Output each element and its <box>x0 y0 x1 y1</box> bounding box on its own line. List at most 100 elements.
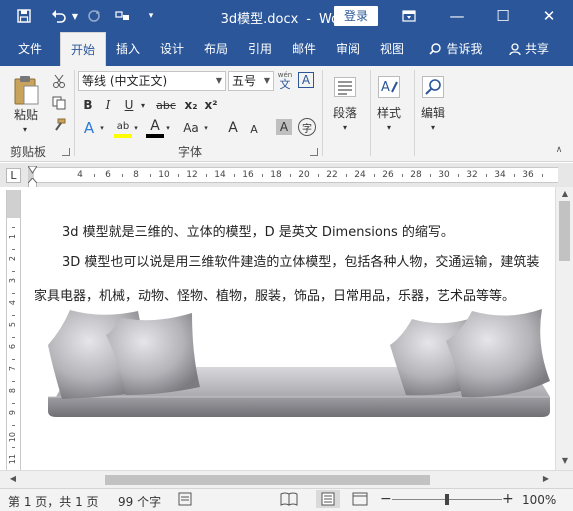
highlight-color-button[interactable]: ab <box>114 118 132 138</box>
underline-dropdown-icon[interactable]: ▾ <box>138 96 148 114</box>
paste-icon[interactable] <box>10 72 42 108</box>
3d-cushion-bench-image[interactable] <box>42 305 555 425</box>
styles-icon[interactable]: A <box>374 72 404 102</box>
editing-dropdown-icon[interactable]: ▾ <box>428 122 438 132</box>
superscript-button[interactable]: x² <box>202 96 220 114</box>
redo-icon[interactable] <box>84 6 104 26</box>
horizontal-scroll-thumb[interactable] <box>105 475 430 485</box>
zoom-in-button[interactable]: + <box>502 491 514 507</box>
font-size-dropdown-icon[interactable]: ▼ <box>264 72 270 90</box>
hanging-indent-marker[interactable] <box>27 177 38 189</box>
bold-button[interactable]: B <box>80 96 96 114</box>
copy-icon[interactable] <box>50 94 68 112</box>
save-icon[interactable] <box>14 6 34 26</box>
paste-button-label[interactable]: 粘贴 <box>8 106 44 122</box>
styles-dropdown-icon[interactable]: ▾ <box>384 122 394 132</box>
vertical-scroll-thumb[interactable] <box>559 201 570 261</box>
customize-qat-icon[interactable]: ▾ <box>144 6 158 26</box>
tab-selector[interactable]: L <box>6 168 21 183</box>
enclose-characters-button[interactable]: 字 <box>298 118 316 136</box>
paragraph-dropdown-icon[interactable]: ▾ <box>340 122 350 132</box>
page-count[interactable]: 第 1 页，共 1 页 <box>8 493 99 510</box>
ruler-tick-mark <box>458 174 459 177</box>
shrink-font-button[interactable]: A <box>246 120 262 138</box>
font-dialog-launcher-icon[interactable] <box>310 148 318 156</box>
tab-file[interactable]: 文件 <box>8 32 52 66</box>
change-case-dropdown-icon[interactable]: ▾ <box>202 122 210 134</box>
share-button[interactable]: 共享 <box>500 32 558 66</box>
paragraph-2[interactable]: 3D 模型也可以说是用三维软件建造的立体模型，包括各种人物，交通运输，建筑装 <box>62 251 539 270</box>
vertical-ruler[interactable]: 1 2 3 4 5 6 7 8 9 10 11 <box>6 190 21 470</box>
scroll-up-icon[interactable]: ▲ <box>558 187 572 201</box>
undo-dropdown-icon[interactable]: ▼ <box>70 6 80 26</box>
ribbon-display-options-icon[interactable] <box>398 6 420 26</box>
minimize-button[interactable]: — <box>438 0 476 32</box>
horizontal-ruler[interactable]: 4 6 8 10 12 14 16 18 20 22 24 26 28 30 32 34 36 <box>28 167 558 183</box>
collapse-ribbon-icon[interactable]: ∧ <box>552 144 566 156</box>
phonetic-guide-button[interactable]: wén 文 <box>276 70 294 92</box>
zoom-slider-thumb[interactable] <box>445 494 449 505</box>
tab-references[interactable]: 引用 <box>240 32 280 66</box>
find-icon[interactable] <box>418 72 448 102</box>
tab-design[interactable]: 设计 <box>152 32 192 66</box>
subscript-button[interactable]: x₂ <box>182 96 200 114</box>
vertical-ruler-tick-label: 6 <box>8 344 17 350</box>
tab-view[interactable]: 视图 <box>372 32 412 66</box>
undo-icon[interactable] <box>48 6 70 26</box>
font-name-combo[interactable]: 等线 (中文正文) ▼ <box>78 71 226 91</box>
underline-button[interactable]: U <box>122 96 136 114</box>
vertical-ruler-tick-label: 10 <box>8 432 17 443</box>
character-shading-button[interactable]: A <box>276 119 292 135</box>
text-effects-button[interactable]: A <box>80 118 98 138</box>
change-case-button[interactable]: Aa <box>180 118 202 138</box>
paragraph-3[interactable]: 家具电器，机械，动物、怪物、植物，服装，饰品，日常用品，乐器，艺术品等等。 <box>34 285 515 304</box>
paragraph-label[interactable]: 段落 <box>326 104 364 120</box>
styles-label[interactable]: 样式 <box>370 104 408 120</box>
text-effects-dropdown-icon[interactable]: ▾ <box>98 122 106 134</box>
font-color-dropdown-icon[interactable]: ▾ <box>164 122 172 134</box>
horizontal-scrollbar[interactable]: ◀ ▶ <box>0 470 573 488</box>
zoom-level[interactable]: 100% <box>522 493 556 507</box>
clipboard-dialog-launcher-icon[interactable] <box>62 148 70 156</box>
svg-text:A: A <box>381 80 390 95</box>
paste-dropdown-icon[interactable]: ▾ <box>20 124 30 134</box>
web-layout-icon[interactable] <box>352 492 368 509</box>
tab-home[interactable]: 开始 <box>60 32 106 66</box>
zoom-slider[interactable] <box>392 494 502 505</box>
font-color-button[interactable]: A <box>146 118 164 138</box>
ruler-tick-mark <box>290 174 291 177</box>
print-layout-icon[interactable] <box>316 490 340 508</box>
font-name-dropdown-icon[interactable]: ▼ <box>216 72 222 90</box>
scroll-right-icon[interactable]: ▶ <box>539 472 553 486</box>
word-count[interactable]: 99 个字 <box>118 493 161 510</box>
tab-mailings[interactable]: 邮件 <box>284 32 324 66</box>
scroll-down-icon[interactable]: ▼ <box>558 454 572 468</box>
read-mode-icon[interactable] <box>280 492 298 509</box>
strikethrough-button[interactable]: abc <box>154 96 178 114</box>
highlight-dropdown-icon[interactable]: ▾ <box>132 122 140 134</box>
close-button[interactable]: ✕ <box>530 0 568 32</box>
format-painter-icon[interactable] <box>50 116 68 134</box>
login-button[interactable]: 登录 <box>334 6 378 26</box>
maximize-button[interactable]: ☐ <box>484 0 522 32</box>
grow-font-button[interactable]: A <box>224 118 242 138</box>
touch-mode-icon[interactable] <box>112 6 134 26</box>
document-page[interactable]: 3d 模型就是三维的、立体的模型，D 是英文 Dimensions 的缩写。 3… <box>22 187 555 470</box>
italic-button[interactable]: I <box>100 96 116 114</box>
tab-insert[interactable]: 插入 <box>108 32 148 66</box>
tell-me-search[interactable]: 告诉我 <box>420 32 492 66</box>
editing-label[interactable]: 编辑 <box>414 104 452 120</box>
paragraph-1[interactable]: 3d 模型就是三维的、立体的模型，D 是英文 Dimensions 的缩写。 <box>62 221 454 240</box>
scroll-left-icon[interactable]: ◀ <box>6 472 20 486</box>
tab-review[interactable]: 审阅 <box>328 32 368 66</box>
vertical-ruler-tick-label: 4 <box>8 300 17 306</box>
proofing-icon[interactable] <box>178 492 194 509</box>
first-line-indent-marker[interactable] <box>27 163 38 174</box>
tab-layout[interactable]: 布局 <box>196 32 236 66</box>
cut-icon[interactable] <box>50 72 68 90</box>
vertical-scrollbar[interactable]: ▲ ▼ <box>555 187 573 470</box>
character-border-button[interactable]: A <box>298 72 314 88</box>
zoom-out-button[interactable]: − <box>380 491 392 507</box>
font-size-combo[interactable]: 五号 ▼ <box>228 71 274 91</box>
paragraph-icon[interactable] <box>330 72 360 102</box>
